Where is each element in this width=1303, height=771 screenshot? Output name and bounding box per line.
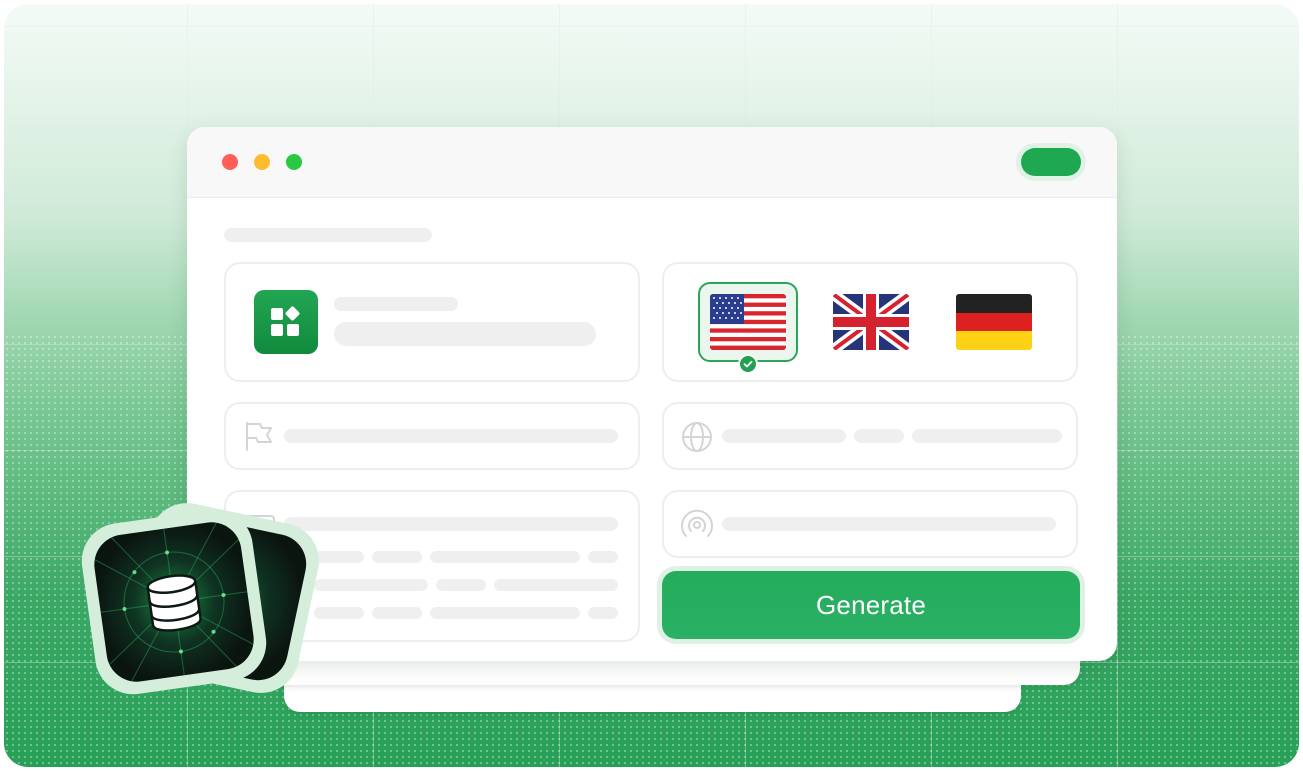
language-placeholder-3 xyxy=(912,429,1062,443)
text-line-1 xyxy=(284,517,618,531)
globe-icon xyxy=(680,420,714,459)
app-card[interactable] xyxy=(224,262,640,382)
language-placeholder-1 xyxy=(722,429,846,443)
united-states-flag[interactable] xyxy=(710,294,786,350)
generate-button[interactable]: Generate xyxy=(662,571,1080,639)
broadcast-icon xyxy=(680,508,714,547)
text-line-2c xyxy=(430,551,580,563)
app-description-placeholder xyxy=(334,322,596,346)
database-icon xyxy=(142,568,207,640)
region-field[interactable] xyxy=(224,402,640,470)
action-pill-button[interactable] xyxy=(1021,148,1081,176)
section-title-placeholder xyxy=(224,228,432,242)
signal-placeholder xyxy=(722,517,1056,531)
text-line-3b xyxy=(436,579,486,591)
language-placeholder-2 xyxy=(854,429,904,443)
text-line-4a xyxy=(314,607,364,619)
language-selector xyxy=(662,262,1078,382)
app-window: Generate xyxy=(187,127,1117,661)
database-tile-face xyxy=(90,518,258,686)
minimize-window-button[interactable] xyxy=(254,154,270,170)
database-tile xyxy=(76,504,272,700)
united-kingdom-flag[interactable] xyxy=(833,294,909,350)
app-grid-icon xyxy=(254,290,318,354)
signal-field[interactable] xyxy=(662,490,1078,558)
text-line-2b xyxy=(372,551,422,563)
text-line-2d xyxy=(588,551,618,563)
flag-icon xyxy=(242,420,276,457)
germany-flag[interactable] xyxy=(956,294,1032,350)
text-line-2a xyxy=(314,551,364,563)
text-line-4d xyxy=(588,607,618,619)
text-line-4c xyxy=(430,607,580,619)
maximize-window-button[interactable] xyxy=(286,154,302,170)
language-field[interactable] xyxy=(662,402,1078,470)
app-name-placeholder xyxy=(334,297,458,311)
text-line-3c xyxy=(494,579,618,591)
close-window-button[interactable] xyxy=(222,154,238,170)
text-line-3a xyxy=(314,579,428,591)
region-placeholder xyxy=(284,429,618,443)
text-line-4b xyxy=(372,607,422,619)
selected-check-icon xyxy=(738,354,758,374)
title-bar xyxy=(187,127,1117,198)
